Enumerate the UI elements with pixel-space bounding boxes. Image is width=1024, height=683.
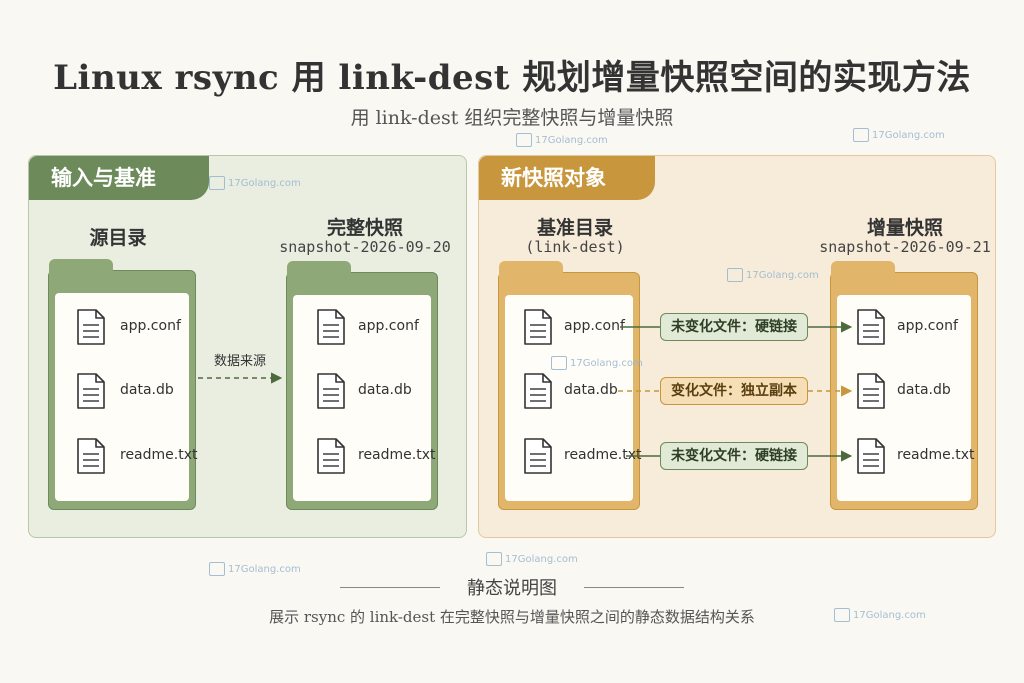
watermark-logo-icon <box>551 356 567 370</box>
relation-pill-1: 未变化文件：硬链接 <box>660 313 808 341</box>
watermark-logo-icon <box>834 608 850 622</box>
watermark: 17Golang.com <box>486 552 578 566</box>
watermark: 17Golang.com <box>551 356 643 370</box>
footer-title: 静态说明图 <box>467 578 557 599</box>
watermark: 17Golang.com <box>727 268 819 282</box>
watermark-logo-icon <box>727 268 743 282</box>
watermark-logo-icon <box>209 176 225 190</box>
relation-pill-2: 变化文件：独立副本 <box>660 377 808 405</box>
data-source-label: 数据来源 <box>213 354 266 369</box>
watermark: 17Golang.com <box>209 562 301 576</box>
watermark-logo-icon <box>209 562 225 576</box>
watermark-logo-icon <box>516 133 532 147</box>
watermark: 17Golang.com <box>853 128 945 142</box>
watermark-logo-icon <box>853 128 869 142</box>
relation-pill-3: 未变化文件：硬链接 <box>660 442 808 470</box>
watermark: 17Golang.com <box>834 608 926 622</box>
watermark-logo-icon <box>486 552 502 566</box>
watermark: 17Golang.com <box>516 133 608 147</box>
watermark: 17Golang.com <box>209 176 301 190</box>
